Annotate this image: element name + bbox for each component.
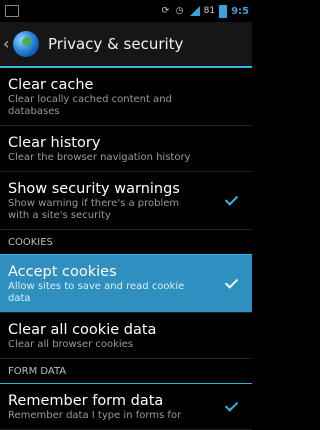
- section-header-form-data: FORM DATA: [0, 359, 252, 384]
- status-bar: ⟳ ◷ 81 9:5: [0, 0, 252, 22]
- item-summary: Clear all browser cookies: [8, 339, 134, 350]
- item-title: Accept cookies: [8, 264, 117, 280]
- alarm-icon: ◷: [175, 6, 184, 16]
- signal-icon: [189, 6, 200, 16]
- browser-globe-icon[interactable]: [13, 31, 39, 57]
- item-title: Remember form data: [8, 393, 164, 409]
- clear-all-cookie-data-item[interactable]: Clear all cookie data Clear all browser …: [0, 313, 252, 359]
- remember-form-data-item[interactable]: Remember form data Remember data I type …: [0, 384, 252, 430]
- status-icons: ⟳ ◷ 81 9:5: [162, 3, 249, 19]
- chevron-left-icon[interactable]: ‹: [3, 36, 11, 52]
- settings-list: Clear cache Clear locally cached content…: [0, 68, 252, 430]
- item-summary: Clear the browser navigation history: [8, 152, 191, 163]
- accept-cookies-item[interactable]: Accept cookies Allow sites to save and r…: [0, 255, 252, 313]
- item-title: Clear history: [8, 135, 101, 151]
- item-summary: Show warning if there's a problem with a…: [8, 198, 180, 221]
- checkbox-icon[interactable]: [224, 274, 239, 291]
- clear-cache-item[interactable]: Clear cache Clear locally cached content…: [0, 68, 252, 126]
- show-security-warnings-item[interactable]: Show security warnings Show warning if t…: [0, 172, 252, 230]
- item-summary: Remember data I type in forms for: [8, 410, 182, 421]
- page-title: Privacy & security: [48, 35, 184, 53]
- clear-history-item[interactable]: Clear history Clear the browser navigati…: [0, 126, 252, 172]
- notification-icon: [5, 5, 19, 17]
- sync-icon: ⟳: [161, 6, 170, 16]
- section-header-cookies: COOKIES: [0, 230, 252, 255]
- item-title: Clear all cookie data: [8, 322, 157, 338]
- battery-icon: [219, 4, 228, 18]
- status-time: 9:5: [231, 5, 249, 17]
- item-title: Clear cache: [8, 77, 94, 93]
- signal-label: 81: [203, 6, 216, 16]
- action-bar: ‹ Privacy & security: [0, 22, 252, 66]
- checkbox-icon[interactable]: [224, 191, 239, 208]
- item-summary: Clear locally cached content and databas…: [8, 94, 172, 117]
- item-summary: Allow sites to save and read cookie data: [8, 281, 185, 304]
- item-title: Show security warnings: [8, 181, 180, 197]
- checkbox-icon[interactable]: [224, 397, 239, 414]
